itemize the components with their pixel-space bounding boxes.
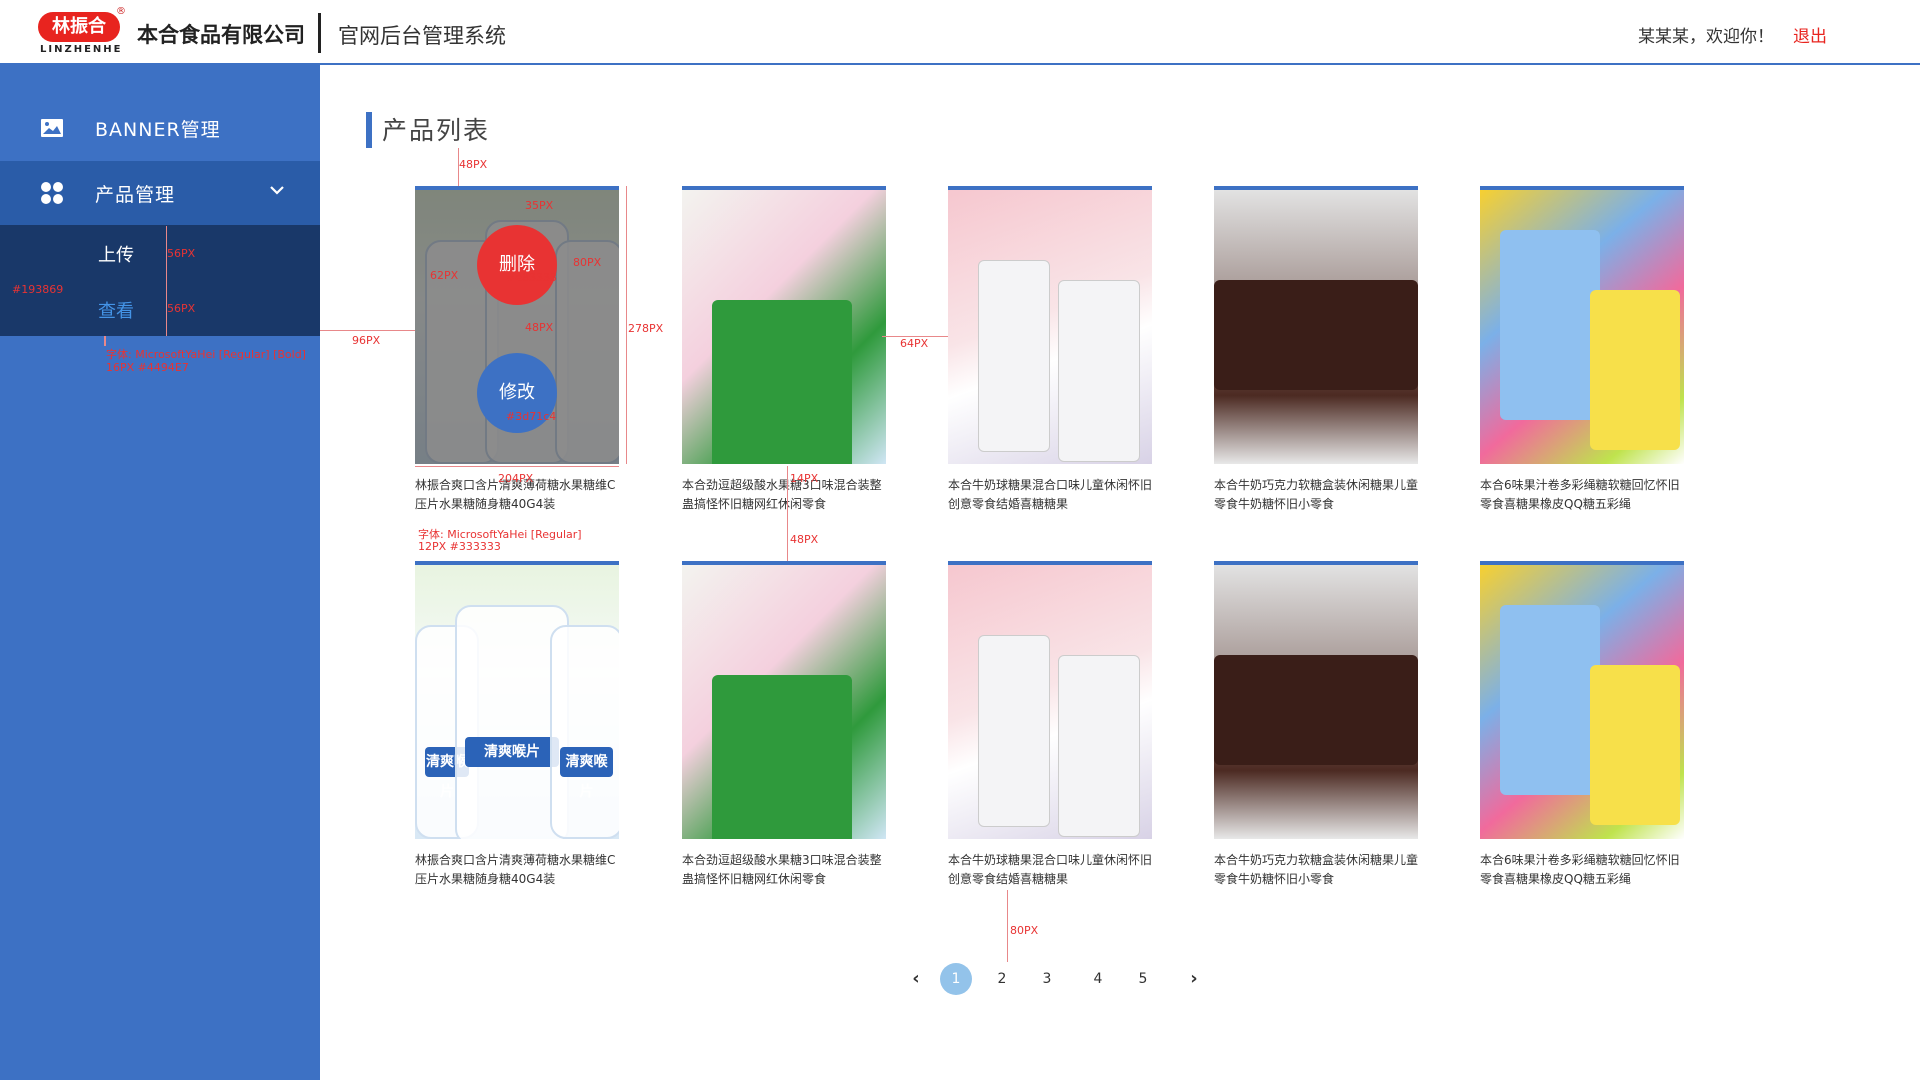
product-image: [1480, 186, 1684, 464]
submenu-item-view[interactable]: 查看: [98, 297, 134, 323]
grid-icon: [41, 182, 63, 204]
annotation-48px-row: 48PX: [790, 533, 819, 546]
product-name: 本合牛奶球糖果混合口味儿童休闲怀旧创意零食结婚喜糖糖果: [948, 478, 1153, 511]
annotation-line: [626, 186, 627, 464]
page-button-1[interactable]: 1: [940, 963, 972, 995]
sidebar-item-product[interactable]: 产品管理: [0, 161, 320, 225]
logo-registered-mark: ®: [116, 6, 126, 17]
chevron-down-icon: [270, 186, 284, 195]
next-page-button[interactable]: ›: [1178, 963, 1210, 995]
page-button-4[interactable]: 4: [1082, 963, 1114, 995]
annotation-sidebar-font-size: 16PX #4494E7: [106, 361, 189, 374]
logo-badge: 林振合: [38, 12, 120, 42]
product-name: 本合6味果汁卷多彩绳糖软糖回忆怀旧零食喜糖果橡皮QQ糖五彩绳: [1480, 478, 1680, 511]
product-image: [948, 186, 1152, 464]
page-button-2[interactable]: 2: [986, 963, 1018, 995]
product-card[interactable]: 本合6味果汁卷多彩绳糖软糖回忆怀旧零食喜糖果橡皮QQ糖五彩绳: [1480, 561, 1684, 889]
product-card[interactable]: 本合牛奶球糖果混合口味儿童休闲怀旧创意零食结婚喜糖糖果: [948, 186, 1152, 514]
submenu-item-upload[interactable]: 上传: [98, 241, 134, 267]
annotation-14px: 14PX: [790, 472, 819, 485]
prev-page-button[interactable]: ‹: [900, 963, 932, 995]
sidebar-item-label: 产品管理: [95, 184, 176, 206]
annotation-sidebar-font: 字体: MicrosoftYaHei [Regular] [Bold]: [106, 348, 306, 361]
annotation-80px: 80PX: [573, 256, 602, 269]
header-divider: [318, 13, 321, 53]
annotation-80px-bottom: 80PX: [1010, 924, 1039, 937]
product-image: [1214, 561, 1418, 839]
product-name: 林振合爽口含片清爽薄荷糖水果糖维C压片水果糖随身糖40G4装: [415, 853, 616, 886]
product-image: 清爽喉片 清爽喉片 清爽喉片: [415, 561, 619, 839]
product-submenu: 上传 查看: [0, 225, 320, 336]
annotation-48px-top: 48PX: [459, 158, 488, 171]
annotation-line: [320, 330, 415, 331]
welcome-text: 某某某，欢迎你！: [1638, 27, 1774, 47]
sidebar-item-label: BANNER管理: [95, 119, 221, 141]
product-card[interactable]: 本合牛奶巧克力软糖盒装休闲糖果儿童零食牛奶糖怀旧小零食: [1214, 561, 1418, 889]
product-card[interactable]: 本合牛奶球糖果混合口味儿童休闲怀旧创意零食结婚喜糖糖果: [948, 561, 1152, 889]
annotation-56px-b: 56PX: [167, 302, 196, 315]
logout-link[interactable]: 退出: [1793, 22, 1827, 47]
company-logo: 林振合 ® LINZHENHE: [36, 6, 126, 56]
annotation-submenu-color: #193869: [12, 283, 64, 296]
product-card[interactable]: 本合6味果汁卷多彩绳糖软糖回忆怀旧零食喜糖果橡皮QQ糖五彩绳: [1480, 186, 1684, 514]
annotation-64px: 64PX: [900, 337, 929, 350]
pagination: ‹ 1 2 3 4 5 ›: [900, 963, 1200, 997]
product-name: 本合牛奶巧克力软糖盒装休闲糖果儿童零食牛奶糖怀旧小零食: [1214, 478, 1419, 511]
annotation-line: [415, 466, 619, 467]
annotation-278px: 278PX: [628, 322, 664, 335]
annotation-card-font-size: 12PX #333333: [418, 540, 501, 553]
jar-label: 清爽喉片: [465, 737, 559, 767]
annotation-204px: 204PX: [498, 472, 534, 485]
product-card[interactable]: 本合劲逗超级酸水果糖3口味混合装整蛊搞怪怀旧糖网红休闲零食: [682, 561, 886, 889]
product-card[interactable]: 本合牛奶巧克力软糖盒装休闲糖果儿童零食牛奶糖怀旧小零食: [1214, 186, 1418, 514]
page-button-3[interactable]: 3: [1031, 963, 1063, 995]
company-name: 本合食品有限公司: [137, 23, 305, 47]
annotation-edit-color: #3d71c4: [506, 410, 557, 423]
jar-label: 清爽喉片: [560, 747, 613, 800]
product-name: 本合6味果汁卷多彩绳糖软糖回忆怀旧零食喜糖果橡皮QQ糖五彩绳: [1480, 853, 1680, 886]
annotation-96px: 96PX: [352, 334, 381, 347]
product-card[interactable]: 清爽喉片 清爽喉片 清爽喉片 林振合爽口含片清爽薄荷糖水果糖维C压片水果糖随身糖…: [415, 561, 619, 889]
annotation-line: [104, 336, 106, 346]
annotation-delete-color: #e83333: [506, 271, 557, 284]
sidebar-item-banner[interactable]: BANNER管理: [0, 96, 320, 160]
product-card[interactable]: 删除 修改 林振合爽口含片清爽薄荷糖水果糖维C压片水果糖随身糖40G4装: [415, 186, 619, 514]
product-name: 本合劲逗超级酸水果糖3口味混合装整蛊搞怪怀旧糖网红休闲零食: [682, 853, 882, 886]
annotation-48px-gap: 48PX: [525, 321, 554, 334]
annotation-line: [787, 466, 788, 561]
page-title: 产品列表: [382, 116, 491, 145]
delete-button[interactable]: 删除: [477, 225, 557, 305]
page-button-5[interactable]: 5: [1127, 963, 1159, 995]
annotation-35px: 35PX: [525, 199, 554, 212]
annotation-line: [1007, 890, 1008, 962]
product-image: [948, 561, 1152, 839]
product-image: [1214, 186, 1418, 464]
image-icon: [41, 119, 63, 137]
product-image: [1480, 561, 1684, 839]
system-name: 官网后台管理系统: [338, 24, 506, 48]
product-name: 本合牛奶球糖果混合口味儿童休闲怀旧创意零食结婚喜糖糖果: [948, 853, 1153, 886]
product-image: [682, 561, 886, 839]
logo-subtitle: LINZHENHE: [40, 44, 123, 55]
sidebar: BANNER管理 产品管理 上传 查看: [0, 65, 320, 1080]
top-header: 林振合 ® LINZHENHE 本合食品有限公司 官网后台管理系统 某某某，欢迎…: [0, 0, 1920, 65]
annotation-line: [166, 226, 167, 336]
product-card[interactable]: 本合劲逗超级酸水果糖3口味混合装整蛊搞怪怀旧糖网红休闲零食: [682, 186, 886, 514]
product-image: [682, 186, 886, 464]
title-accent-bar: [366, 112, 372, 148]
annotation-62px: 62PX: [430, 269, 459, 282]
product-name: 本合牛奶巧克力软糖盒装休闲糖果儿童零食牛奶糖怀旧小零食: [1214, 853, 1419, 886]
annotation-56px-a: 56PX: [167, 247, 196, 260]
